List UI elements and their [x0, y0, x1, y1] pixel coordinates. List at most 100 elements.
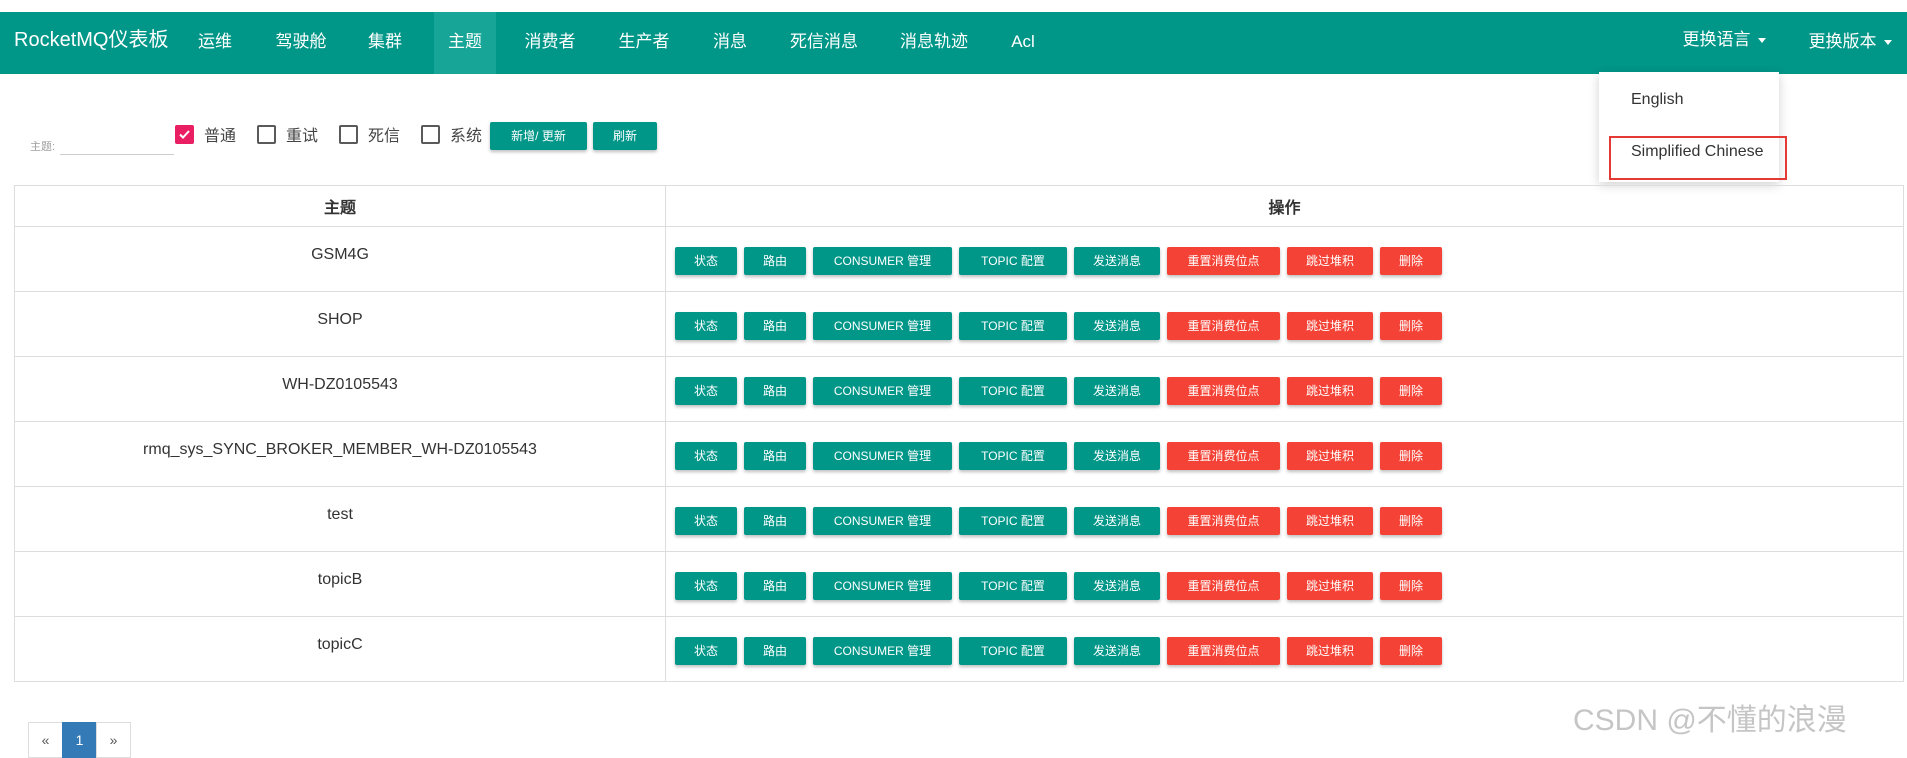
- nav-item-acl[interactable]: Acl: [998, 12, 1048, 74]
- topic-config-button[interactable]: TOPIC 配置: [959, 312, 1067, 340]
- reset-offset-button[interactable]: 重置消费位点: [1167, 377, 1280, 405]
- nav-item-ops[interactable]: 运维: [185, 12, 245, 74]
- app-brand[interactable]: RocketMQ仪表板: [14, 12, 168, 74]
- skip-accumulate-button[interactable]: 跳过堆积: [1287, 442, 1373, 470]
- send-message-button[interactable]: 发送消息: [1074, 377, 1160, 405]
- topic-config-button[interactable]: TOPIC 配置: [959, 572, 1067, 600]
- topic-name-cell: WH-DZ0105543: [14, 356, 666, 422]
- operations-group: 状态 路由 CONSUMER 管理 TOPIC 配置 发送消息 重置消费位点 跳过堆积 删除: [666, 312, 1903, 340]
- send-message-button[interactable]: 发送消息: [1074, 637, 1160, 665]
- send-message-button[interactable]: 发送消息: [1074, 572, 1160, 600]
- nav-item-producer[interactable]: 生产者: [609, 12, 679, 74]
- status-button[interactable]: 状态: [675, 637, 737, 665]
- delete-button[interactable]: 删除: [1380, 377, 1442, 405]
- checkbox-retry[interactable]: 重试: [257, 124, 318, 145]
- consumer-manage-button[interactable]: CONSUMER 管理: [813, 247, 952, 275]
- reset-offset-button[interactable]: 重置消费位点: [1167, 247, 1280, 275]
- send-message-button[interactable]: 发送消息: [1074, 312, 1160, 340]
- nav-item-message[interactable]: 消息: [700, 12, 760, 74]
- nav-item-message-trace[interactable]: 消息轨迹: [889, 12, 979, 74]
- reset-offset-button[interactable]: 重置消费位点: [1167, 507, 1280, 535]
- status-button[interactable]: 状态: [675, 442, 737, 470]
- topic-config-button[interactable]: TOPIC 配置: [959, 507, 1067, 535]
- send-message-button[interactable]: 发送消息: [1074, 247, 1160, 275]
- reset-offset-button[interactable]: 重置消费位点: [1167, 637, 1280, 665]
- nav-item-topic[interactable]: 主题: [434, 12, 496, 74]
- table-row: topicC 状态 路由 CONSUMER 管理 TOPIC 配置 发送消息 重置消费位点跳…: [14, 616, 1904, 682]
- table-row: WH-DZ0105543 状态 路由 CONSUMER 管理 TOPIC 配置 发送消息重…: [14, 356, 1904, 422]
- topic-name-cell: GSM4G: [14, 226, 666, 292]
- operations-group: 状态 路由 CONSUMER 管理 TOPIC 配置 发送消息 重置消费位点 跳过堆积 删除: [666, 377, 1903, 405]
- skip-accumulate-button[interactable]: 跳过堆积: [1287, 312, 1373, 340]
- delete-button[interactable]: 删除: [1380, 247, 1442, 275]
- operations-group: 状态 路由 CONSUMER 管理 TOPIC 配置 发送消息 重置消费位点 跳过堆积 删除: [666, 442, 1903, 470]
- topic-name: topicC: [317, 636, 363, 653]
- route-button[interactable]: 路由: [744, 637, 806, 665]
- skip-accumulate-button[interactable]: 跳过堆积: [1287, 377, 1373, 405]
- delete-button[interactable]: 删除: [1380, 312, 1442, 340]
- consumer-manage-button[interactable]: CONSUMER 管理: [813, 377, 952, 405]
- checkbox-dead-letter-label: 死信: [368, 128, 401, 145]
- skip-accumulate-button[interactable]: 跳过堆积: [1287, 247, 1373, 275]
- operations-cell: 状态 路由 CONSUMER 管理 TOPIC 配置 发送消息 重置消费位点 跳过堆积 删除: [665, 616, 1904, 682]
- consumer-manage-button[interactable]: CONSUMER 管理: [813, 442, 952, 470]
- nav-item-consumer[interactable]: 消费者: [515, 12, 585, 74]
- topic-config-button[interactable]: TOPIC 配置: [959, 247, 1067, 275]
- reset-offset-button[interactable]: 重置消费位点: [1167, 442, 1280, 470]
- nav-item-dead-letter[interactable]: 死信消息: [779, 12, 869, 74]
- checkbox-unchecked-icon: [339, 124, 358, 144]
- send-message-button[interactable]: 发送消息: [1074, 442, 1160, 470]
- checkbox-normal-label: 普通: [204, 128, 237, 145]
- delete-button[interactable]: 删除: [1380, 507, 1442, 535]
- reset-offset-button[interactable]: 重置消费位点: [1167, 312, 1280, 340]
- operations-group: 状态 路由 CONSUMER 管理 TOPIC 配置 发送消息 重置消费位点 跳过堆积 删除: [666, 572, 1903, 600]
- status-button[interactable]: 状态: [675, 247, 737, 275]
- language-menu[interactable]: 更换语言: [1676, 12, 1772, 74]
- status-button[interactable]: 状态: [675, 312, 737, 340]
- version-menu[interactable]: 更换版本: [1802, 12, 1898, 74]
- checkbox-normal[interactable]: 普通: [175, 124, 237, 145]
- send-message-button[interactable]: 发送消息: [1074, 507, 1160, 535]
- consumer-manage-button[interactable]: CONSUMER 管理: [813, 312, 952, 340]
- route-button[interactable]: 路由: [744, 442, 806, 470]
- pagination-page[interactable]: 1: [62, 722, 97, 758]
- consumer-manage-button[interactable]: CONSUMER 管理: [813, 572, 952, 600]
- topic-name-cell: test: [14, 486, 666, 552]
- nav-item-cluster[interactable]: 集群: [355, 12, 415, 74]
- delete-button[interactable]: 删除: [1380, 637, 1442, 665]
- consumer-manage-button[interactable]: CONSUMER 管理: [813, 507, 952, 535]
- topic-filter-input[interactable]: [60, 130, 174, 155]
- nav-item-dashboard[interactable]: 驾驶舱: [266, 12, 336, 74]
- checkbox-system[interactable]: 系统: [421, 124, 482, 145]
- skip-accumulate-button[interactable]: 跳过堆积: [1287, 572, 1373, 600]
- operations-cell: 状态 路由 CONSUMER 管理 TOPIC 配置 发送消息 重置消费位点 跳过堆积 删除: [665, 551, 1904, 617]
- skip-accumulate-button[interactable]: 跳过堆积: [1287, 507, 1373, 535]
- add-update-button[interactable]: 新增/ 更新: [490, 122, 587, 150]
- pagination: « 1 »: [28, 722, 131, 758]
- topic-name: SHOP: [317, 311, 363, 328]
- route-button[interactable]: 路由: [744, 507, 806, 535]
- operations-cell: 状态 路由 CONSUMER 管理 TOPIC 配置 发送消息 重置消费位点 跳过堆积 删除: [665, 291, 1904, 357]
- topic-config-button[interactable]: TOPIC 配置: [959, 377, 1067, 405]
- consumer-manage-button[interactable]: CONSUMER 管理: [813, 637, 952, 665]
- delete-button[interactable]: 删除: [1380, 572, 1442, 600]
- language-option-simplified-chinese[interactable]: Simplified Chinese: [1599, 132, 1779, 172]
- pagination-prev[interactable]: «: [28, 722, 63, 758]
- topic-config-button[interactable]: TOPIC 配置: [959, 637, 1067, 665]
- route-button[interactable]: 路由: [744, 377, 806, 405]
- status-button[interactable]: 状态: [675, 377, 737, 405]
- pagination-next[interactable]: »: [96, 722, 131, 758]
- reset-offset-button[interactable]: 重置消费位点: [1167, 572, 1280, 600]
- language-option-english[interactable]: English: [1599, 80, 1779, 120]
- refresh-button[interactable]: 刷新: [593, 122, 657, 150]
- checkbox-dead-letter[interactable]: 死信: [339, 124, 401, 145]
- route-button[interactable]: 路由: [744, 572, 806, 600]
- status-button[interactable]: 状态: [675, 507, 737, 535]
- topic-config-button[interactable]: TOPIC 配置: [959, 442, 1067, 470]
- operations-cell: 状态 路由 CONSUMER 管理 TOPIC 配置 发送消息 重置消费位点 跳过堆积 删除: [665, 356, 1904, 422]
- status-button[interactable]: 状态: [675, 572, 737, 600]
- route-button[interactable]: 路由: [744, 247, 806, 275]
- route-button[interactable]: 路由: [744, 312, 806, 340]
- skip-accumulate-button[interactable]: 跳过堆积: [1287, 637, 1373, 665]
- delete-button[interactable]: 删除: [1380, 442, 1442, 470]
